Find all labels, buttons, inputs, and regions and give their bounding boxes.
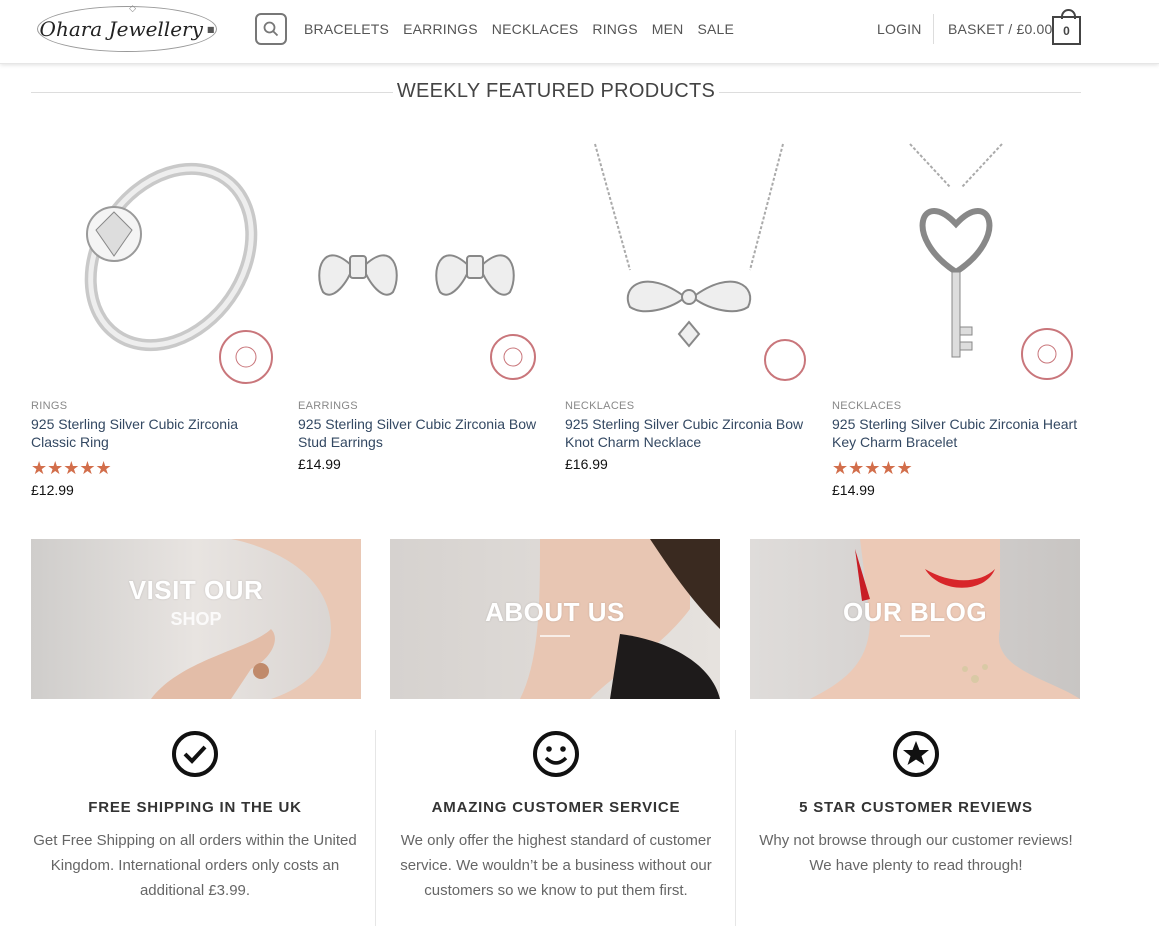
earrings-illustration [318,254,536,380]
nav-necklaces[interactable]: NECKLACES [492,21,579,37]
nav-earrings[interactable]: EARRINGS [403,21,478,37]
rating-stars: ★★★★★ [31,458,112,478]
heart-key-illustration [909,143,1073,380]
banner-subtitle: SHOP [170,609,222,629]
feature-text: We only offer the highest standard of cu… [400,832,712,899]
diamond-icon: ◇ [129,4,136,14]
search-button[interactable] [255,13,287,45]
feature-reviews: 5 STAR CUSTOMER REVIEWS Why not browse t… [746,730,1086,878]
product-name[interactable]: 925 Sterling Silver Cubic Zirconia Class… [31,415,279,451]
feature-free-shipping: FREE SHIPPING IN THE UK Get Free Shippin… [25,730,365,903]
product-category: RINGS [31,400,68,412]
featured-title: WEEKLY FEATURED PRODUCTS [396,80,716,102]
product-category: EARRINGS [298,400,358,412]
product-card[interactable]: EARRINGS 925 Sterling Silver Cubic Zirco… [298,142,546,472]
product-image-heart-key[interactable] [832,142,1080,392]
product-category: NECKLACES [832,400,902,412]
banner-underline [900,635,930,637]
logo-text: Ohara Jewellery [39,17,203,41]
product-price: £14.99 [832,482,875,498]
nav-bracelets[interactable]: BRACELETS [304,21,389,37]
ring-illustration [84,162,273,384]
banner-title: VISIT OUR [128,575,264,605]
login-link[interactable]: LOGIN [877,21,922,37]
banner-title: OUR BLOG [842,597,988,627]
banner-visit-shop[interactable]: VISIT OUR SHOP [31,539,361,699]
product-card[interactable]: NECKLACES 925 Sterling Silver Cubic Zirc… [565,142,813,472]
feature-text: Get Free Shipping on all orders within t… [33,832,357,899]
product-card[interactable]: NECKLACES 925 Sterling Silver Cubic Zirc… [832,142,1080,498]
product-name[interactable]: 925 Sterling Silver Cubic Zirconia Bow S… [298,415,546,451]
basket-icon[interactable]: 0 [1052,9,1081,45]
feature-title: 5 STAR CUSTOMER REVIEWS [799,799,1033,816]
nav-men[interactable]: MEN [652,21,684,37]
site-header: Ohara Jewellery ■ ◇ BRACELETS EARRINGS NE… [0,0,1159,64]
banner-title: ABOUT US [485,597,625,627]
product-image-ring[interactable] [31,142,279,392]
feature-divider [735,730,736,926]
nav-sale[interactable]: SALE [697,21,734,37]
star-circle-icon [893,731,939,777]
necklace-illustration [594,143,806,381]
main-nav: BRACELETS EARRINGS NECKLACES RINGS MEN S… [304,21,734,37]
basket-count: 0 [1063,23,1070,38]
product-grid: RINGS 925 Sterling Silver Cubic Zirconia… [31,142,1081,502]
banner-underline [540,635,570,637]
check-circle-icon [172,731,218,777]
product-category: NECKLACES [565,400,635,412]
product-name[interactable]: 925 Sterling Silver Cubic Zirconia Bow K… [565,415,813,451]
feature-divider [375,730,376,926]
header-divider [933,14,934,44]
product-image-earrings[interactable] [298,142,546,392]
product-card[interactable]: RINGS 925 Sterling Silver Cubic Zirconia… [31,142,279,498]
feature-customer-service: AMAZING CUSTOMER SERVICE We only offer t… [386,730,726,903]
search-icon [263,21,279,37]
rating-stars: ★★★★★ [832,458,913,478]
product-price: £12.99 [31,482,74,498]
product-image-necklace[interactable] [565,142,813,392]
feature-title: AMAZING CUSTOMER SERVICE [431,799,681,816]
site-logo[interactable]: Ohara Jewellery ■ ◇ [37,4,217,52]
banner-about-us[interactable]: ABOUT US [390,539,720,699]
banner-our-blog[interactable]: OUR BLOG [750,539,1080,699]
feature-title: FREE SHIPPING IN THE UK [88,799,302,816]
basket-link[interactable]: BASKET / £0.00 [948,21,1053,37]
smiley-icon [533,731,579,777]
product-price: £16.99 [565,456,608,472]
product-price: £14.99 [298,456,341,472]
featured-section-heading: WEEKLY FEATURED PRODUCTS [31,80,1081,106]
feature-text: Why not browse through our customer revi… [759,832,1073,874]
nav-rings[interactable]: RINGS [592,21,637,37]
product-name[interactable]: 925 Sterling Silver Cubic Zirconia Heart… [832,415,1080,451]
